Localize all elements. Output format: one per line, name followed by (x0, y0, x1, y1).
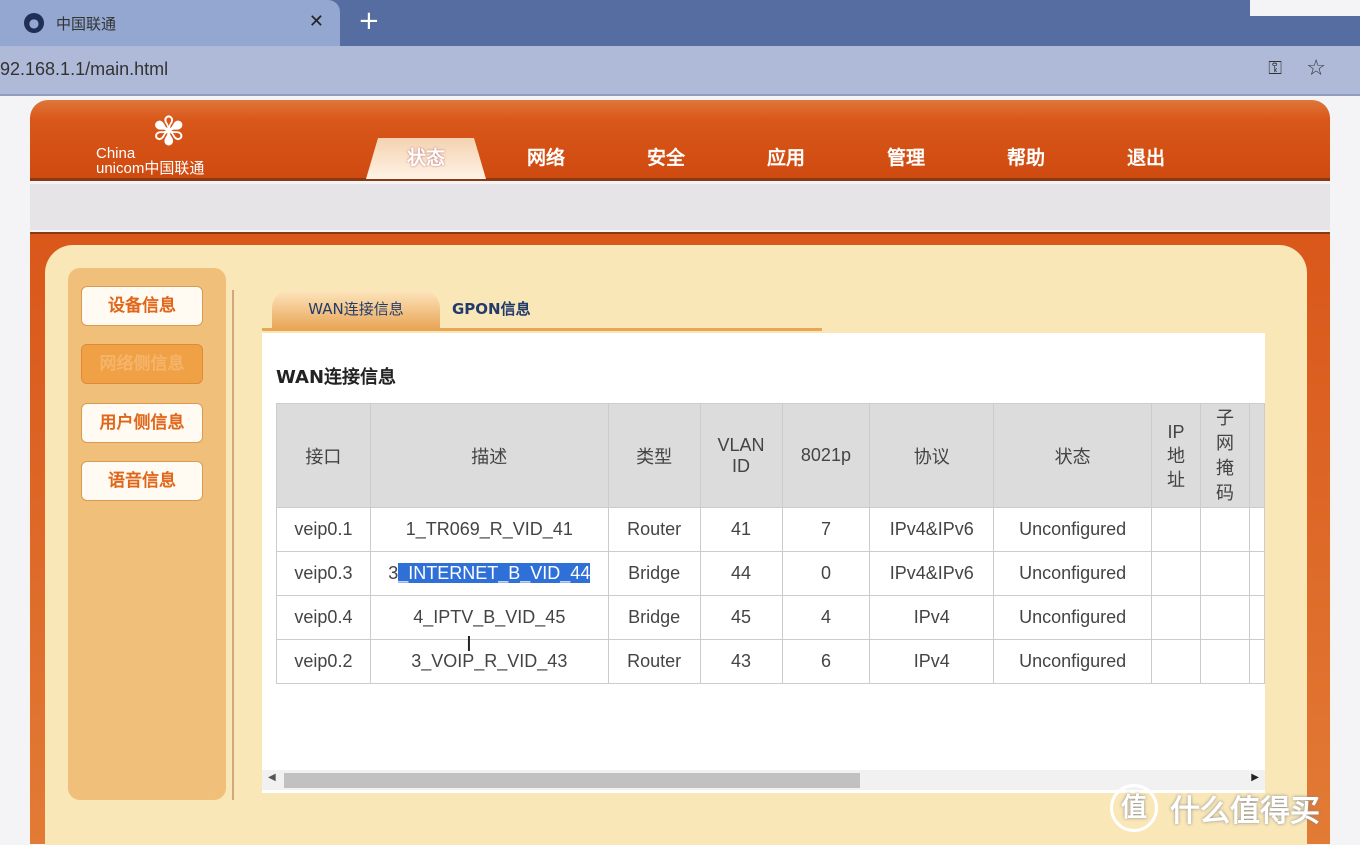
cell-8021p: 0 (781, 551, 871, 596)
cell-more (1248, 639, 1266, 684)
browser-tabbar: ● 中国联通 ✕ + (0, 0, 1360, 46)
cell-protocol: IPv4 (869, 595, 995, 640)
col-status: 状态 (993, 403, 1153, 508)
key-icon[interactable]: ⚿ (1268, 58, 1282, 79)
router-header: ✾ China unicom中国联通 状态 网络 安全 应用 管理 帮助 退出 (30, 100, 1330, 181)
tab-underline (262, 328, 822, 331)
sidebar-network-info[interactable]: 网络侧信息 (81, 344, 203, 384)
cell-protocol: IPv4&IPv6 (869, 507, 995, 552)
nav-help[interactable]: 帮助 (966, 138, 1086, 179)
col-ip: IP地址 (1151, 403, 1201, 508)
content-area: WAN连接信息 接口 描述 类型 VLAN ID 8021p 协议 状态 IP地… (262, 333, 1266, 793)
url-text[interactable]: 92.168.1.1/main.html (0, 59, 168, 80)
nav-status[interactable]: 状态 (366, 138, 486, 179)
col-8021p: 8021p (781, 403, 871, 508)
col-type: 类型 (607, 403, 701, 508)
cell-more (1248, 595, 1266, 640)
table-header: 接口 描述 类型 VLAN ID 8021p 协议 状态 IP地址 子网掩码 (276, 403, 1266, 508)
cell-8021p: 6 (781, 639, 871, 684)
cell-subnet (1200, 507, 1250, 552)
cell-ip (1151, 551, 1201, 596)
logo-text: China unicom中国联通 (96, 145, 205, 177)
wan-table: 接口 描述 类型 VLAN ID 8021p 协议 状态 IP地址 子网掩码 v… (276, 403, 1266, 684)
nav-network[interactable]: 网络 (486, 138, 606, 179)
tab-gpon-info[interactable]: GPON信息 (452, 298, 531, 319)
section-title: WAN连接信息 (276, 367, 397, 388)
subheader-band (30, 184, 1330, 230)
col-subnet: 子网掩码 (1200, 403, 1250, 508)
nav-manage[interactable]: 管理 (846, 138, 966, 179)
cell-ip (1151, 507, 1201, 552)
cell-interface: veip0.2 (276, 639, 371, 684)
cell-status: Unconfigured (993, 639, 1153, 684)
desc-prefix: 3 (388, 563, 399, 583)
cell-type: Bridge (607, 551, 701, 596)
selected-text[interactable]: _INTERNET_B_VID_44 (398, 563, 591, 583)
scroll-right-icon[interactable]: ▶ (1251, 772, 1259, 783)
sidebar-device-info[interactable]: 设备信息 (81, 286, 203, 326)
table-row: veip0.3 3_INTERNET_B_VID_44 Bridge 44 0 … (276, 551, 1266, 596)
window-area (1250, 0, 1360, 16)
nav-security[interactable]: 安全 (606, 138, 726, 179)
table-row: veip0.1 1_TR069_R_VID_41 Router 41 7 IPv… (276, 507, 1266, 552)
bookmark-star-icon[interactable]: ☆ (1306, 56, 1326, 81)
nav-apps[interactable]: 应用 (726, 138, 846, 179)
cell-type: Bridge (607, 595, 701, 640)
cell-description: 4_IPTV_B_VID_45 (369, 595, 609, 640)
nav-logout[interactable]: 退出 (1086, 138, 1206, 179)
divider (232, 290, 234, 800)
cell-subnet (1200, 551, 1250, 596)
cell-ip (1151, 639, 1201, 684)
cell-interface: veip0.1 (276, 507, 371, 552)
cell-interface: veip0.4 (276, 595, 371, 640)
cell-ip (1151, 595, 1201, 640)
cell-description: 3_VOIP_R_VID_43 (369, 639, 609, 684)
col-interface: 接口 (276, 403, 371, 508)
col-protocol: 协议 (869, 403, 995, 508)
watermark-text: 什么值得买 (1170, 794, 1320, 829)
cell-subnet (1200, 639, 1250, 684)
watermark-icon: 值 (1110, 784, 1158, 832)
tab-title: 中国联通 (56, 14, 117, 33)
cell-more (1248, 551, 1266, 596)
scrollbar-thumb[interactable] (284, 773, 860, 788)
cell-vlan: 44 (699, 551, 783, 596)
cell-protocol: IPv4 (869, 639, 995, 684)
cell-type: Router (607, 507, 701, 552)
cell-interface: veip0.3 (276, 551, 371, 596)
cell-status: Unconfigured (993, 551, 1153, 596)
table-row: veip0.2 3_VOIP_R_VID_43 Router 43 6 IPv4… (276, 639, 1266, 684)
cell-type: Router (607, 639, 701, 684)
col-vlan-id: VLAN ID (699, 403, 783, 508)
cell-8021p: 4 (781, 595, 871, 640)
cell-vlan: 45 (699, 595, 783, 640)
cell-more (1248, 507, 1266, 552)
cell-status: Unconfigured (993, 507, 1153, 552)
cell-vlan: 43 (699, 639, 783, 684)
cell-8021p: 7 (781, 507, 871, 552)
new-tab-button[interactable]: + (358, 6, 380, 36)
browser-tab[interactable]: ● 中国联通 ✕ (0, 0, 340, 46)
sidebar-user-info[interactable]: 用户侧信息 (81, 403, 203, 443)
cell-description: 1_TR069_R_VID_41 (369, 507, 609, 552)
scroll-left-icon[interactable]: ◀ (268, 772, 276, 783)
cell-vlan: 41 (699, 507, 783, 552)
text-cursor-icon: I (466, 632, 472, 656)
watermark: 值 什么值得买 (1110, 784, 1320, 832)
address-bar[interactable]: 92.168.1.1/main.html ⚿ ☆ (0, 46, 1360, 96)
cell-description: 3_INTERNET_B_VID_44 (369, 551, 609, 596)
cell-subnet (1200, 595, 1250, 640)
table-row: veip0.4 4_IPTV_B_VID_45 Bridge 45 4 IPv4… (276, 595, 1266, 640)
close-tab-icon[interactable]: ✕ (309, 11, 324, 32)
globe-icon: ● (24, 13, 44, 33)
main-nav: 状态 网络 安全 应用 管理 帮助 退出 (366, 138, 1206, 179)
tab-wan-info[interactable]: WAN连接信息 (272, 290, 440, 328)
col-description: 描述 (369, 403, 609, 508)
sidebar: 设备信息 网络侧信息 用户侧信息 语音信息 (68, 268, 226, 800)
cell-status: Unconfigured (993, 595, 1153, 640)
sidebar-voice-info[interactable]: 语音信息 (81, 461, 203, 501)
cell-protocol: IPv4&IPv6 (869, 551, 995, 596)
col-more (1248, 403, 1266, 508)
